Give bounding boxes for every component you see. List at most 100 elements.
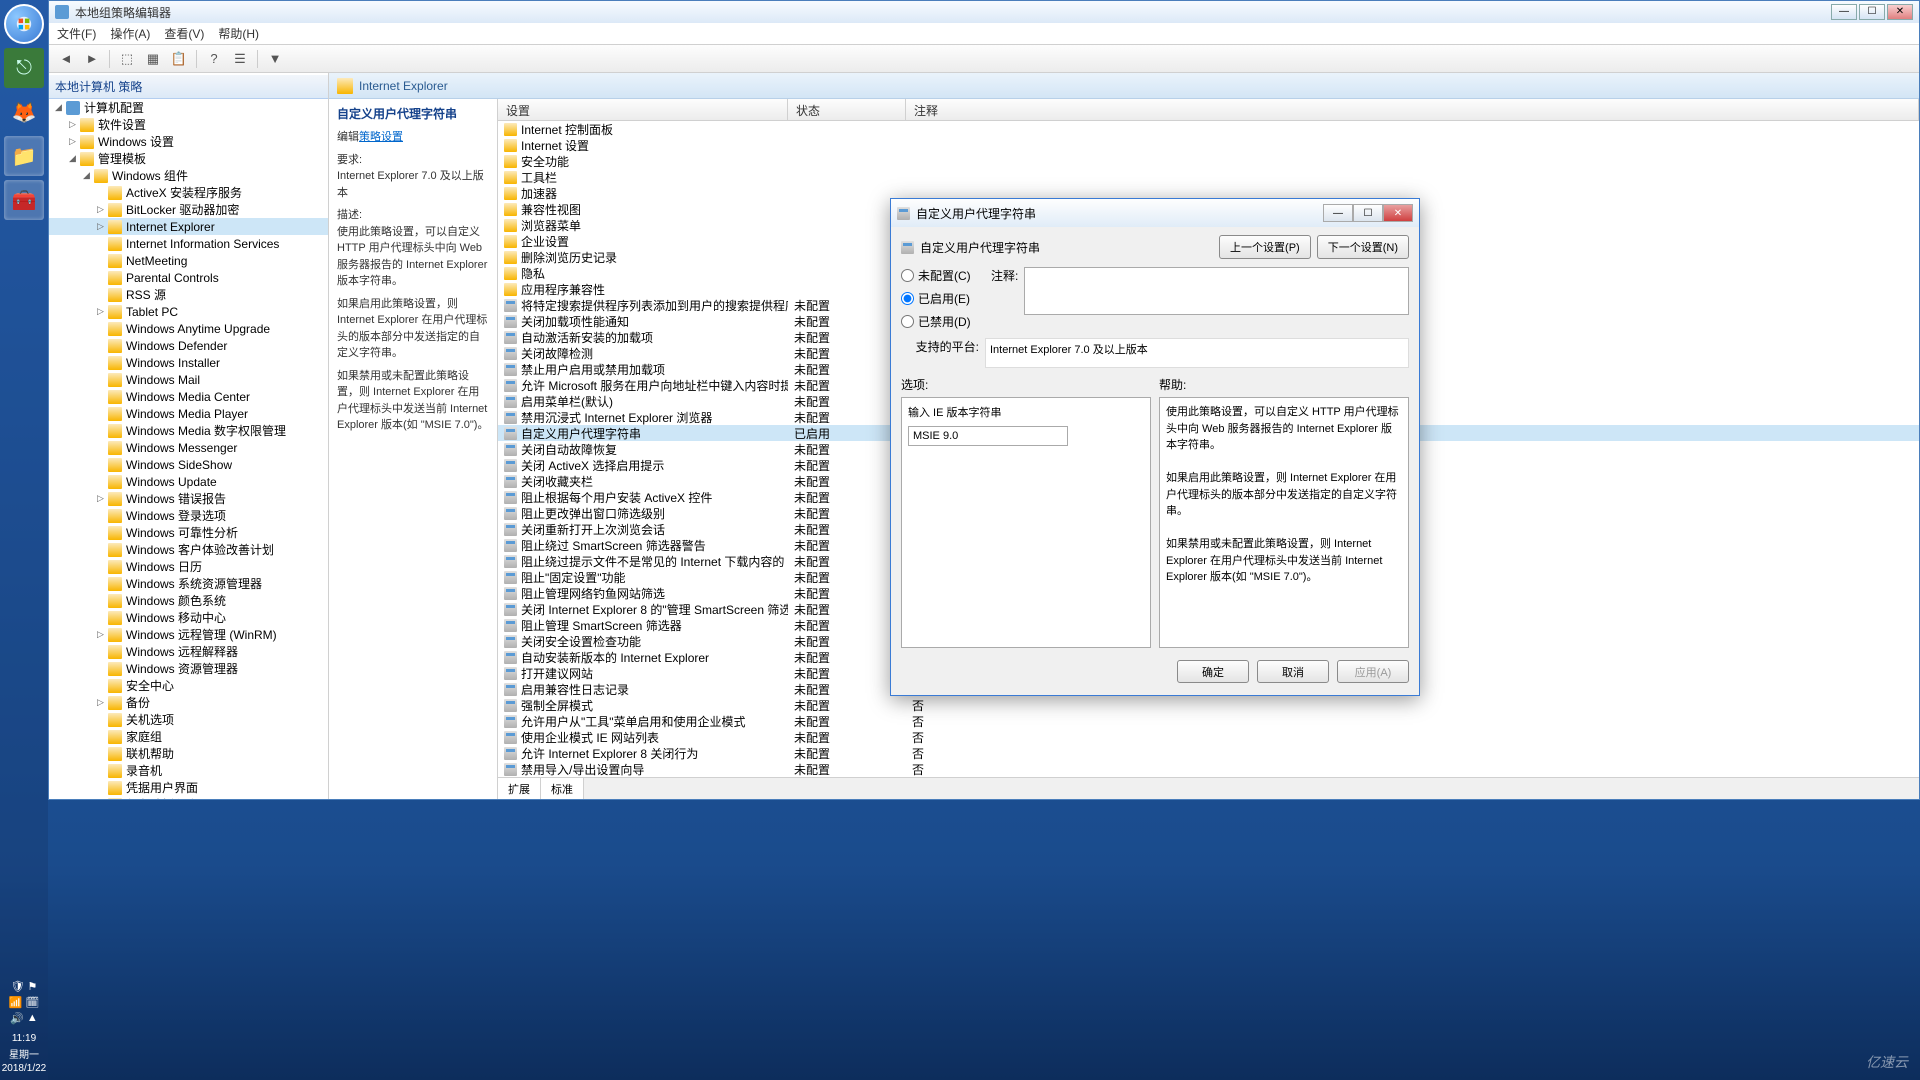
tree-node[interactable]: ▷Windows 错误报告 [49, 490, 328, 507]
menu-file[interactable]: 文件(F) [57, 25, 96, 42]
tray-icon[interactable]: 📶 [9, 996, 23, 1009]
properties-button[interactable]: ☰ [229, 48, 251, 70]
tree-node[interactable]: ▷Windows 远程管理 (WinRM) [49, 626, 328, 643]
list-folder-row[interactable]: 安全功能 [498, 153, 1919, 169]
start-button[interactable] [4, 4, 44, 44]
tree-node[interactable]: Internet Information Services [49, 235, 328, 252]
show-hide-button[interactable]: ▦ [142, 48, 164, 70]
expand-icon[interactable]: ▷ [95, 204, 106, 215]
dialog-maximize[interactable]: ☐ [1353, 204, 1383, 222]
expand-icon[interactable] [95, 391, 106, 402]
tree-node[interactable]: Windows Installer [49, 354, 328, 371]
expand-icon[interactable] [95, 680, 106, 691]
expand-icon[interactable] [95, 578, 106, 589]
prev-setting-button[interactable]: 上一个设置(P) [1219, 235, 1311, 259]
col-note[interactable]: 注释 [906, 99, 1919, 120]
expand-icon[interactable] [95, 646, 106, 657]
tray-icons[interactable]: 🛡 ⚑ 📶 🗓 🔊 ▲ [4, 980, 44, 1025]
expand-icon[interactable] [95, 272, 106, 283]
expand-icon[interactable]: ▷ [95, 697, 106, 708]
list-folder-row[interactable]: Internet 设置 [498, 137, 1919, 153]
tray-icon[interactable]: 🛡 [11, 980, 25, 993]
tree-node[interactable]: Windows Media Player [49, 405, 328, 422]
menu-view[interactable]: 查看(V) [164, 25, 204, 42]
refresh-button[interactable]: ? [203, 48, 225, 70]
tree-node[interactable]: Windows SideShow [49, 456, 328, 473]
radio-disabled[interactable]: 已禁用(D) [901, 313, 979, 330]
user-agent-input[interactable] [908, 426, 1068, 446]
expand-icon[interactable] [95, 323, 106, 334]
expand-icon[interactable]: ◢ [67, 153, 78, 164]
taskbar-explorer[interactable]: 📁 [4, 136, 44, 176]
maximize-button[interactable]: ☐ [1859, 4, 1885, 20]
list-setting-row[interactable]: 强制全屏模式未配置否 [498, 697, 1919, 713]
close-button[interactable]: ✕ [1887, 4, 1913, 20]
apply-button[interactable]: 应用(A) [1337, 660, 1409, 683]
tree-root-header[interactable]: 本地计算机 策略 [49, 75, 328, 99]
tree-node[interactable]: Windows Media 数字权限管理 [49, 422, 328, 439]
list-setting-row[interactable]: 禁用导入/导出设置向导未配置否 [498, 761, 1919, 777]
tree-node[interactable]: Windows Media Center [49, 388, 328, 405]
tab-extended[interactable]: 扩展 [498, 778, 541, 799]
expand-icon[interactable] [95, 782, 106, 793]
expand-icon[interactable]: ▷ [67, 136, 78, 147]
up-button[interactable]: ⬚ [116, 48, 138, 70]
tree-node[interactable]: Windows 颜色系统 [49, 592, 328, 609]
list-setting-row[interactable]: 使用企业模式 IE 网站列表未配置否 [498, 729, 1919, 745]
tree-node[interactable]: ▷Windows 设置 [49, 133, 328, 150]
tree-node[interactable]: Windows Update [49, 473, 328, 490]
expand-icon[interactable] [95, 238, 106, 249]
tree-node[interactable]: Windows 客户体验改善计划 [49, 541, 328, 558]
expand-icon[interactable] [95, 561, 106, 572]
tree-node[interactable]: 家庭组 [49, 728, 328, 745]
expand-icon[interactable] [95, 595, 106, 606]
tree-node[interactable]: ◢管理模板 [49, 150, 328, 167]
list-folder-row[interactable]: Internet 控制面板 [498, 121, 1919, 137]
forward-button[interactable]: ► [81, 48, 103, 70]
note-textarea[interactable] [1024, 267, 1409, 315]
expand-icon[interactable] [95, 357, 106, 368]
tree-node[interactable]: 录音机 [49, 762, 328, 779]
clock-time[interactable]: 11:19 [12, 1033, 36, 1044]
cancel-button[interactable]: 取消 [1257, 660, 1329, 683]
taskbar-app-1[interactable]: ⎋ [4, 48, 44, 88]
list-folder-row[interactable]: 工具栏 [498, 169, 1919, 185]
tree-node[interactable]: ◢Windows 组件 [49, 167, 328, 184]
expand-icon[interactable] [95, 612, 106, 623]
tree-node[interactable]: Windows Messenger [49, 439, 328, 456]
tree-node[interactable]: Windows 日历 [49, 558, 328, 575]
expand-icon[interactable]: ▷ [95, 221, 106, 232]
menu-action[interactable]: 操作(A) [110, 25, 150, 42]
expand-icon[interactable] [95, 340, 106, 351]
tree-node[interactable]: 安全中心 [49, 677, 328, 694]
expand-icon[interactable] [95, 408, 106, 419]
taskbar-firefox[interactable]: 🦊 [4, 92, 44, 132]
tree-node[interactable]: Windows 可靠性分析 [49, 524, 328, 541]
tray-icon[interactable]: ⚑ [28, 980, 38, 993]
tree-node[interactable]: RSS 源 [49, 286, 328, 303]
tree-node[interactable]: ▷Tablet PC [49, 303, 328, 320]
tree-node[interactable]: Windows Mail [49, 371, 328, 388]
expand-icon[interactable]: ▷ [95, 493, 106, 504]
expand-icon[interactable] [95, 510, 106, 521]
expand-icon[interactable] [95, 544, 106, 555]
tray-icon[interactable]: 🗓 [25, 996, 39, 1009]
menu-help[interactable]: 帮助(H) [218, 25, 259, 42]
next-setting-button[interactable]: 下一个设置(N) [1317, 235, 1409, 259]
tree-node[interactable]: ▷备份 [49, 694, 328, 711]
export-button[interactable]: 📋 [168, 48, 190, 70]
tree-node[interactable]: Parental Controls [49, 269, 328, 286]
tree-node[interactable]: ◢计算机配置 [49, 99, 328, 116]
taskbar-app-red[interactable]: 🧰 [4, 180, 44, 220]
tree-node[interactable]: ▷Internet Explorer [49, 218, 328, 235]
list-setting-row[interactable]: 允许用户从"工具"菜单启用和使用企业模式未配置否 [498, 713, 1919, 729]
expand-icon[interactable] [95, 714, 106, 725]
expand-icon[interactable] [95, 663, 106, 674]
tree-node[interactable]: 关机选项 [49, 711, 328, 728]
expand-icon[interactable] [95, 527, 106, 538]
edit-policy-link[interactable]: 策略设置 [359, 131, 403, 143]
list-setting-row[interactable]: 允许 Internet Explorer 8 关闭行为未配置否 [498, 745, 1919, 761]
tree-node[interactable]: Windows Defender [49, 337, 328, 354]
expand-icon[interactable] [95, 255, 106, 266]
tree-node[interactable]: Windows 资源管理器 [49, 660, 328, 677]
